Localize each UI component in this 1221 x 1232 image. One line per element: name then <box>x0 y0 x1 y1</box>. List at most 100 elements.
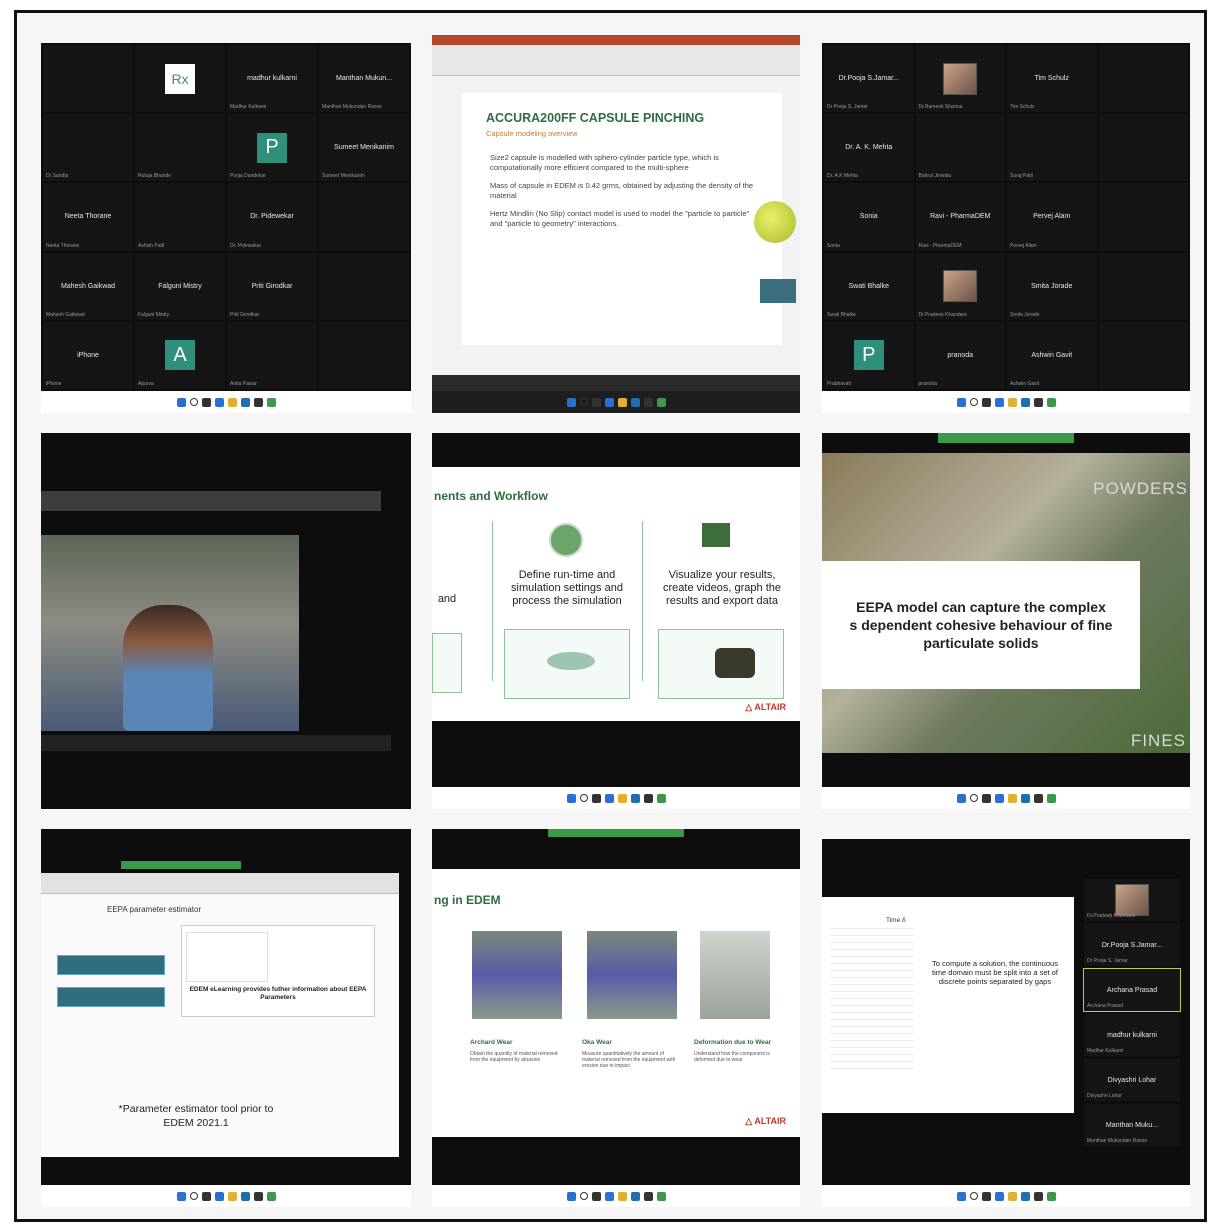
windows-icon[interactable] <box>566 1191 576 1201</box>
participant-tile[interactable]: Dr.Pradeep Khandare <box>1084 879 1180 921</box>
participant-tile[interactable] <box>43 45 133 113</box>
folder-icon[interactable] <box>617 1191 627 1201</box>
participant-tile[interactable]: A Apurva <box>135 321 225 389</box>
store-icon[interactable] <box>643 793 653 803</box>
store-icon[interactable] <box>253 397 263 407</box>
edge-icon[interactable] <box>630 397 640 407</box>
chat-icon[interactable] <box>604 793 614 803</box>
chrome-icon[interactable] <box>266 1191 276 1201</box>
participant-tile[interactable]: Rutuja Bhande <box>135 114 225 182</box>
participant-tile[interactable]: P Prabhavati <box>824 321 914 389</box>
folder-icon[interactable] <box>227 1191 237 1201</box>
edge-icon[interactable] <box>630 1191 640 1201</box>
store-icon[interactable] <box>1033 793 1043 803</box>
node-2[interactable] <box>57 987 165 1007</box>
participant-tile[interactable]: Mahesh Gaikwad Mahesh Gaikwad <box>43 252 133 320</box>
participant-tile[interactable]: Dr.Ramesh Sharma <box>915 45 1005 113</box>
participant-tile[interactable]: Tim Schulz Tim Schulz <box>1007 45 1097 113</box>
search-icon[interactable] <box>969 1192 978 1200</box>
folder-icon[interactable] <box>617 793 627 803</box>
taskview-icon[interactable] <box>981 397 991 407</box>
participant-tile[interactable]: madhur kulkarni Madhur Kulkarni <box>227 45 317 113</box>
browser-bar[interactable] <box>41 491 381 511</box>
participant-tile[interactable]: Manthan Mukun... Manthan Mukundan Rasne <box>319 45 409 113</box>
edge-icon[interactable] <box>1020 793 1030 803</box>
store-icon[interactable] <box>253 1191 263 1201</box>
windows-icon[interactable] <box>566 793 576 803</box>
edge-icon[interactable] <box>630 793 640 803</box>
participant-tile[interactable]: Pervej Alam Pervej Alam <box>1007 183 1097 251</box>
participant-tile[interactable]: Ashwin Gavit Ashwin Gavit <box>1007 321 1097 389</box>
participant-tile[interactable] <box>1098 321 1188 389</box>
chat-icon[interactable] <box>214 397 224 407</box>
edge-icon[interactable] <box>1020 1191 1030 1201</box>
store-icon[interactable] <box>1033 1191 1043 1201</box>
taskview-icon[interactable] <box>201 397 211 407</box>
meeting-controls[interactable] <box>822 757 1190 781</box>
chrome-icon[interactable] <box>266 397 276 407</box>
video-controls[interactable] <box>41 735 391 751</box>
participant-tile[interactable] <box>1098 114 1188 182</box>
participant-tile[interactable] <box>1098 252 1188 320</box>
participant-tile[interactable]: Archana Prasad Archana Prasad <box>1083 968 1181 1012</box>
search-icon[interactable] <box>969 794 978 802</box>
participant-tile[interactable] <box>319 183 409 251</box>
chrome-icon[interactable] <box>1046 793 1056 803</box>
chat-icon[interactable] <box>604 397 614 407</box>
share-banner[interactable] <box>548 829 684 837</box>
folder-icon[interactable] <box>1007 1191 1017 1201</box>
edge-icon[interactable] <box>240 397 250 407</box>
chrome-icon[interactable] <box>1046 1191 1056 1201</box>
toolbar-strip[interactable] <box>41 873 399 894</box>
taskview-icon[interactable] <box>201 1191 211 1201</box>
participant-tile[interactable]: iPhone iPhone <box>43 321 133 389</box>
participant-tile[interactable]: Dr. Pidewekar Dr. Pidewekar <box>227 183 317 251</box>
store-icon[interactable] <box>643 1191 653 1201</box>
windows-icon[interactable] <box>956 1191 966 1201</box>
participant-tile[interactable]: P Pooja Dandekar <box>227 114 317 182</box>
participant-tile[interactable]: Smita Jorade Smita Jorade <box>1007 252 1097 320</box>
participant-tile[interactable]: pranoda pranoda <box>915 321 1005 389</box>
participant-tile[interactable]: Anita Pawar <box>227 321 317 389</box>
folder-icon[interactable] <box>1007 397 1017 407</box>
chat-icon[interactable] <box>994 1191 1004 1201</box>
participant-tile[interactable]: Suraj Patil <box>1007 114 1097 182</box>
participant-tile[interactable]: Sonia Sonia <box>824 183 914 251</box>
windows-icon[interactable] <box>176 1191 186 1201</box>
participant-tile[interactable]: Priti Girodkar Priti Girodkar <box>227 252 317 320</box>
taskview-icon[interactable] <box>591 793 601 803</box>
chat-icon[interactable] <box>994 397 1004 407</box>
folder-icon[interactable] <box>617 397 627 407</box>
search-icon[interactable] <box>579 398 588 406</box>
participant-tile[interactable]: madhur kulkarni Madhur Kulkarni <box>1084 1014 1180 1056</box>
chrome-icon[interactable] <box>1046 397 1056 407</box>
participant-tile[interactable]: Rx <box>135 45 225 113</box>
participant-tile[interactable]: Divyashri Lohar Divyashri Lohar <box>1084 1059 1180 1101</box>
participant-tile[interactable]: Bahrul Jinwala <box>915 114 1005 182</box>
store-icon[interactable] <box>1033 397 1043 407</box>
search-icon[interactable] <box>579 794 588 802</box>
windows-icon[interactable] <box>176 397 186 407</box>
participant-tile[interactable]: Dr.Pooja S.Jamar... Dr Pooja S. Jamar <box>824 45 914 113</box>
participant-tile[interactable]: Dr.Pradeep Khandare <box>915 252 1005 320</box>
search-icon[interactable] <box>189 1192 198 1200</box>
participant-tile[interactable] <box>319 252 409 320</box>
folder-icon[interactable] <box>1007 793 1017 803</box>
chrome-icon[interactable] <box>656 397 666 407</box>
search-icon[interactable] <box>969 398 978 406</box>
chat-icon[interactable] <box>214 1191 224 1201</box>
edge-icon[interactable] <box>1020 397 1030 407</box>
windows-icon[interactable] <box>566 397 576 407</box>
windows-icon[interactable] <box>956 793 966 803</box>
chrome-icon[interactable] <box>656 1191 666 1201</box>
taskview-icon[interactable] <box>981 793 991 803</box>
participant-tile[interactable]: Ravi - PharmaDEM Ravi - PharmaDEM <box>915 183 1005 251</box>
chat-icon[interactable] <box>604 1191 614 1201</box>
participant-tile[interactable] <box>319 321 409 389</box>
participant-tile[interactable]: Manthan Muku... Manthan Mukundan Rasne <box>1084 1104 1180 1146</box>
search-icon[interactable] <box>579 1192 588 1200</box>
participant-tile[interactable]: Swati Bhalke Swati Bhalke <box>824 252 914 320</box>
participant-tile[interactable]: Dr Sandip <box>43 114 133 182</box>
participant-tile[interactable] <box>1098 183 1188 251</box>
chat-icon[interactable] <box>994 793 1004 803</box>
